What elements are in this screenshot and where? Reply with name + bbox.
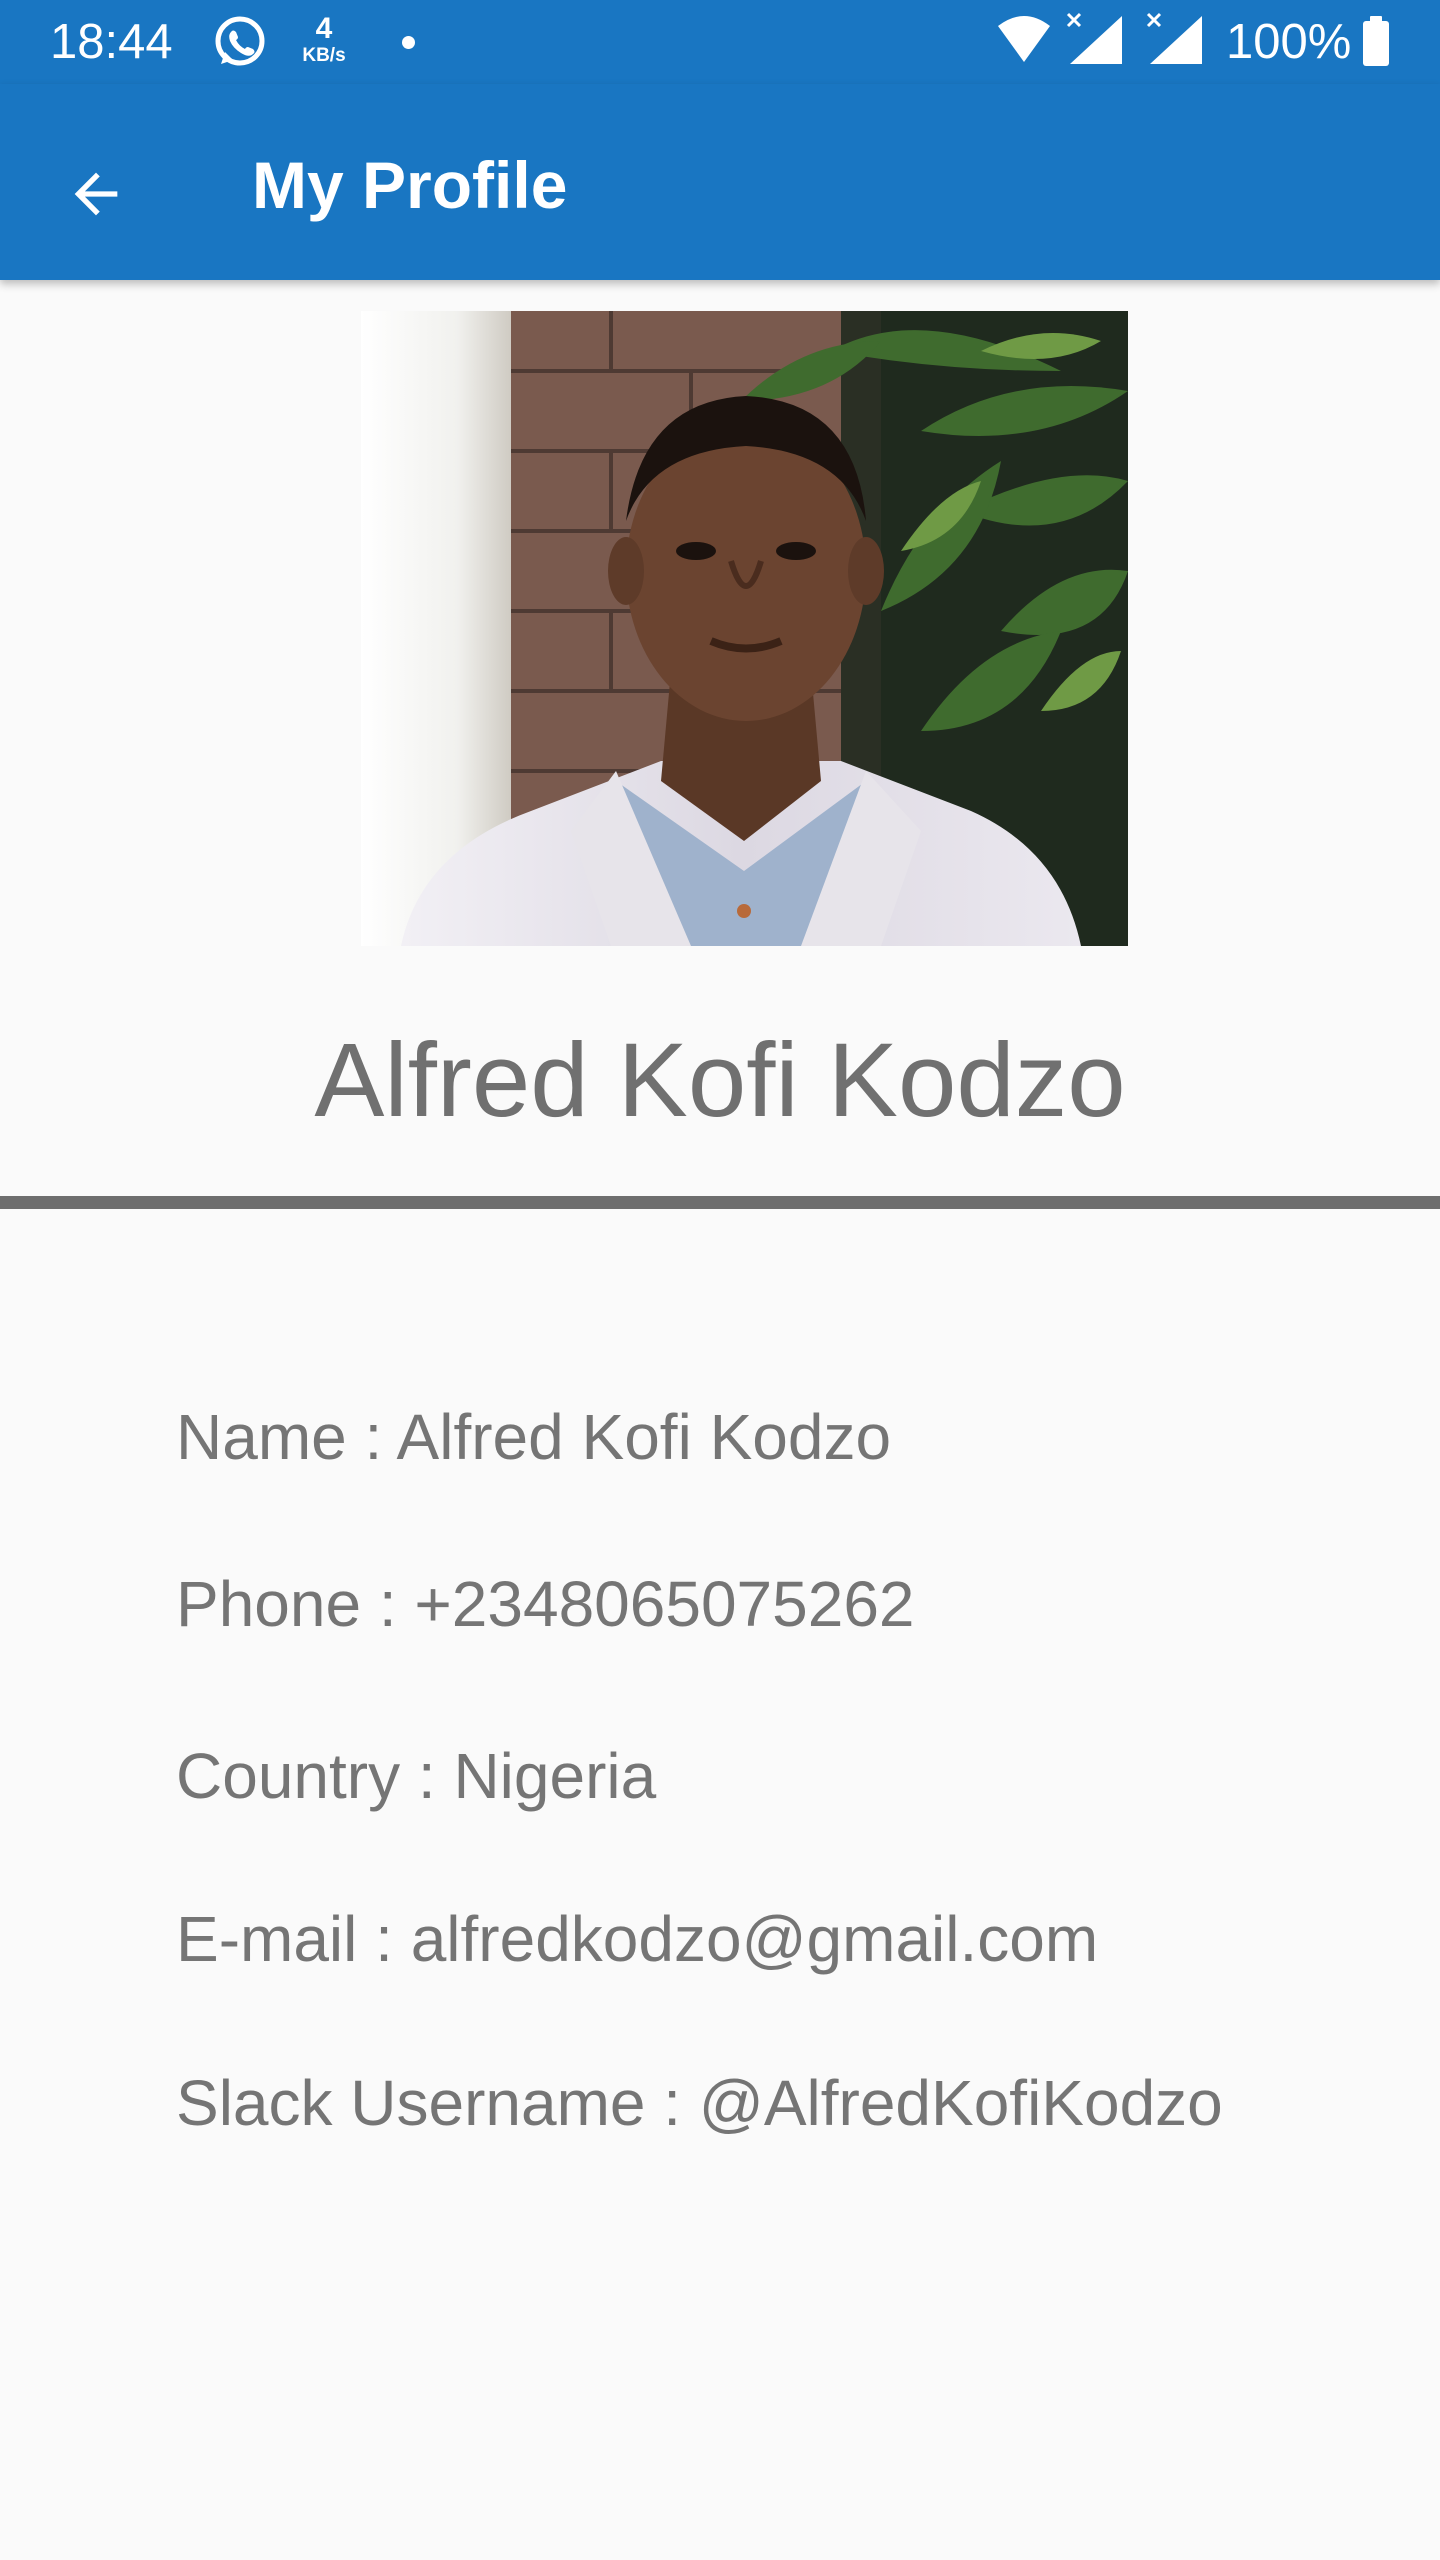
network-speed: 4 KB/s <box>296 12 352 66</box>
cell-signal-icon <box>1064 12 1124 71</box>
battery-icon <box>1362 16 1390 71</box>
profile-name-heading: Alfred Kofi Kodzo <box>314 1022 1126 1139</box>
notification-dot <box>402 36 415 49</box>
whatsapp-icon <box>212 14 268 75</box>
name-info: Name : Alfred Kofi Kodzo <box>176 1401 892 1473</box>
slack-info: Slack Username : @AlfredKofiKodzo <box>176 2067 1223 2139</box>
country-info: Country : Nigeria <box>176 1740 657 1812</box>
app-bar: My Profile <box>0 84 1440 280</box>
phone-info: Phone : +2348065075262 <box>176 1568 915 1640</box>
email-info: E-mail : alfredkodzo@gmail.com <box>176 1903 1099 1975</box>
status-bar: 18:44 4 KB/s 100% <box>0 0 1440 84</box>
network-speed-unit: KB/s <box>302 45 346 66</box>
wifi-icon <box>996 16 1052 69</box>
arrow-left-icon <box>74 172 118 216</box>
back-button[interactable] <box>44 142 148 246</box>
network-speed-value: 4 <box>315 12 333 45</box>
divider <box>0 1196 1440 1209</box>
profile-photo <box>361 311 1128 946</box>
page-title: My Profile <box>252 148 568 222</box>
battery-percent: 100% <box>1226 15 1352 69</box>
cell-signal-icon <box>1144 12 1204 71</box>
status-time: 18:44 <box>50 15 173 69</box>
